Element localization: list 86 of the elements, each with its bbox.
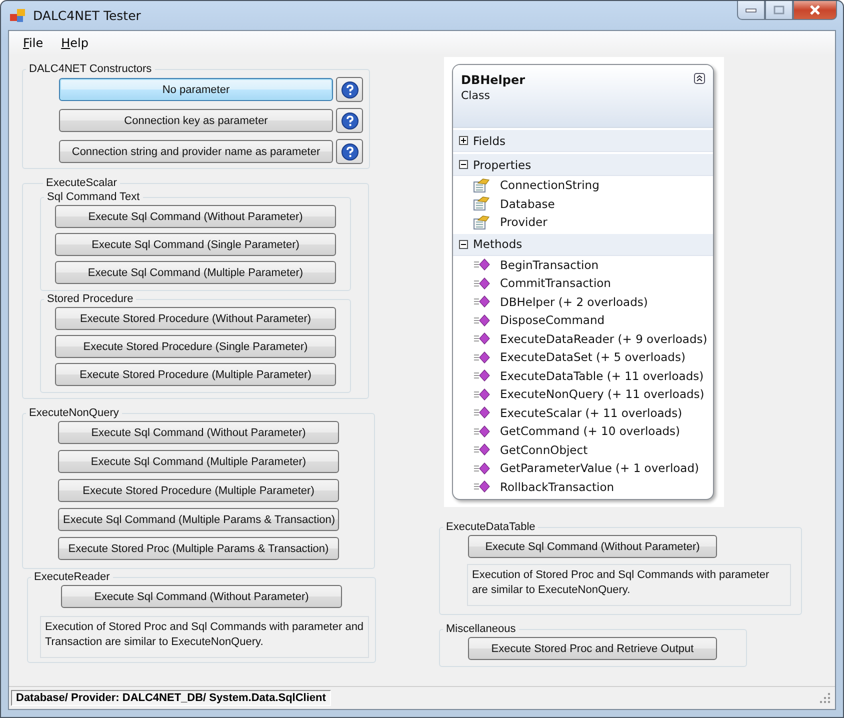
menu-item[interactable]: Help — [61, 36, 88, 50]
method-icon — [473, 350, 491, 364]
class-type: Class — [461, 89, 491, 102]
class-name: DBHelper — [461, 73, 526, 87]
action-button[interactable]: Execute Sql Command (Without Parameter) — [58, 421, 339, 444]
help-button[interactable] — [336, 108, 363, 133]
member-name: DisposeCommand — [500, 313, 605, 328]
member-name: GetConnObject — [500, 442, 588, 457]
collapse-icon[interactable] — [694, 73, 705, 84]
section-header[interactable]: Methods — [453, 234, 713, 256]
group-title: ExecuteScalar — [45, 177, 118, 189]
action-button[interactable]: Execute Stored Proc and Retrieve Output — [468, 637, 717, 660]
note-text: Execution of Stored Proc and Sql Commands with parameter are similar to ExecuteNonQuery. — [467, 564, 791, 606]
action-button[interactable]: Connection string and provider name as parameter — [59, 140, 333, 163]
question-icon — [340, 112, 358, 130]
member-name: RollbackTransaction — [500, 480, 614, 494]
member-name: GetParameterValue (+ 1 overload) — [500, 461, 700, 476]
plus-icon — [459, 136, 468, 145]
member-name: DBHelper (+ 2 overloads) — [500, 294, 648, 309]
action-button[interactable]: Execute Sql Command (Multiple Parameter) — [58, 450, 339, 473]
method-icon — [473, 443, 491, 456]
member-name: CommitTransaction — [500, 276, 611, 290]
member-name: ConnectionString — [500, 178, 600, 192]
section-header[interactable]: Properties — [453, 154, 713, 176]
action-button[interactable]: Execute Sql Command (Multiple Params & Transaction) — [58, 508, 339, 531]
group-title: ExecuteDataTable — [445, 521, 536, 533]
group-title: Stored Procedure — [46, 293, 134, 305]
action-button[interactable]: Execute Sql Command (Single Parameter) — [55, 233, 336, 256]
resize-grip-icon[interactable] — [820, 692, 831, 704]
menu-item[interactable]: File — [23, 36, 44, 50]
group-title: DALC4NET Constructors — [28, 63, 153, 75]
action-button[interactable]: No parameter — [59, 78, 333, 101]
action-button[interactable]: Execute Stored Procedure (Multiple Parameter) — [55, 363, 336, 386]
action-button[interactable]: Connection key as parameter — [59, 109, 333, 132]
question-icon — [340, 142, 358, 160]
method-icon — [473, 369, 491, 382]
member-name: Database — [500, 196, 555, 211]
window-title: DALC4NET Tester — [33, 8, 141, 23]
method-icon — [473, 276, 491, 290]
property-icon — [473, 178, 491, 193]
member-name: ExecuteDataReader (+ 9 overloads) — [500, 332, 708, 346]
maximize-button[interactable] — [765, 1, 793, 20]
method-icon — [473, 462, 491, 475]
status-text: Database/ Provider: DALC4NET_DB/ System.Data.SqlClient — [11, 690, 331, 706]
action-button[interactable]: Execute Stored Proc (Multiple Params & Transaction) — [58, 537, 339, 560]
member-name: BeginTransaction — [500, 258, 599, 272]
maximize-icon — [773, 5, 785, 15]
action-button[interactable]: Execute Sql Command (Without Parameter) — [468, 535, 717, 558]
action-button[interactable]: Execute Stored Procedure (Without Parameter) — [55, 307, 336, 330]
question-icon — [340, 80, 358, 98]
method-icon — [473, 314, 491, 327]
group-title: ExecuteNonQuery — [28, 407, 120, 419]
member-name: ExecuteScalar (+ 11 overloads) — [500, 406, 682, 420]
member-name: ExecuteDataTable (+ 11 overloads) — [500, 368, 704, 383]
action-button[interactable]: Execute Sql Command (Without Parameter) — [61, 585, 342, 608]
action-button[interactable]: Execute Sql Command (Multiple Parameter) — [55, 261, 336, 284]
group-title: Sql Command Text — [46, 191, 141, 203]
method-icon — [473, 332, 491, 346]
action-button[interactable]: Execute Stored Procedure (Single Parameter) — [55, 335, 336, 358]
close-icon — [808, 5, 822, 15]
group-title: ExecuteReader — [33, 571, 111, 583]
minus-icon — [459, 160, 468, 169]
member-name: ExecuteDataSet (+ 5 overloads) — [500, 350, 686, 364]
minimize-icon — [745, 7, 757, 13]
app-icon — [10, 8, 26, 22]
method-icon — [473, 295, 491, 308]
method-icon — [473, 388, 491, 401]
group-title: Miscellaneous — [445, 623, 517, 635]
help-button[interactable] — [336, 77, 363, 102]
close-button[interactable] — [793, 1, 837, 20]
property-icon — [473, 214, 491, 230]
help-button[interactable] — [336, 139, 363, 164]
section-header[interactable]: Fields — [453, 130, 713, 152]
method-icon — [473, 406, 491, 420]
minimize-button[interactable] — [737, 1, 765, 20]
action-button[interactable]: Execute Sql Command (Without Parameter) — [55, 205, 336, 228]
note-text: Execution of Stored Proc and Sql Commands with parameter and Transaction are similar to ExecuteNonQuery. — [40, 616, 369, 658]
member-name: ExecuteNonQuery (+ 11 overloads) — [500, 387, 704, 402]
property-icon — [473, 196, 491, 212]
action-button[interactable]: Execute Stored Procedure (Multiple Parameter) — [58, 479, 339, 502]
method-icon — [473, 424, 491, 438]
minus-icon — [459, 240, 468, 248]
member-name: GetCommand (+ 10 overloads) — [500, 424, 680, 438]
method-icon — [473, 258, 491, 272]
member-name: Provider — [500, 215, 548, 230]
method-icon — [473, 480, 491, 494]
